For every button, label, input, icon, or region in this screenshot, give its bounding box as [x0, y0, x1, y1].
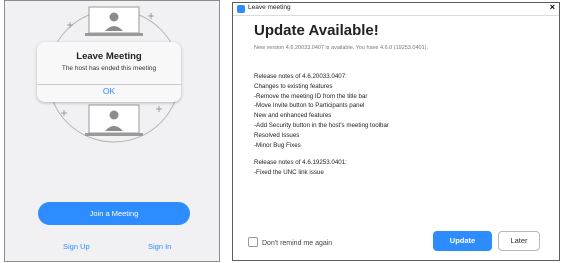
join-meeting-button[interactable]: Join a Meeting [38, 202, 190, 225]
version-info: New version 4.6.20033.0407 is available.… [254, 45, 428, 51]
release-notes: Release notes of 4.6.20033.0407: Changes… [254, 72, 389, 178]
title-bar: Leave meeting × [233, 2, 559, 16]
mobile-screen: Leave Meeting The host has ended this me… [4, 0, 220, 262]
laptop-top-icon [85, 6, 143, 36]
release-note-line: New and enhanced features [254, 112, 332, 120]
remind-label: Don't remind me again [262, 240, 333, 247]
window-title: Leave meeting [248, 4, 291, 11]
release-note-spacer [254, 150, 389, 158]
later-button[interactable]: Later [498, 231, 540, 251]
release-note-line: -Remove the meeting ID from the title ba… [254, 92, 368, 100]
release-note-line: -Move Invite button to Participants pane… [254, 102, 365, 110]
update-button[interactable]: Update [433, 231, 492, 251]
release-note-line: -Add Security button in the host's meeti… [254, 121, 389, 129]
dialog-title: Leave Meeting [76, 51, 142, 62]
laptop-bottom-icon [85, 104, 143, 136]
update-window: Leave meeting × Update Available! New ve… [232, 2, 560, 261]
remind-option[interactable]: Don't remind me again [248, 237, 332, 247]
release-note-line: -Fixed the UNC link issue [254, 169, 324, 177]
close-button[interactable]: × [550, 2, 555, 12]
dialog-divider [37, 84, 181, 85]
sign-up-link[interactable]: Sign Up [63, 242, 90, 251]
update-title: Update Available! [254, 22, 379, 39]
release-note-line: -Minor Bug Fixes [254, 141, 301, 149]
remind-checkbox[interactable] [248, 237, 258, 247]
app-icon [237, 5, 245, 13]
sign-in-link[interactable]: Sign In [148, 242, 171, 251]
release-note-line: Release notes of 4.6.19253.0401: [254, 159, 347, 167]
leave-meeting-dialog: Leave Meeting The host has ended this me… [37, 42, 181, 102]
dialog-message: The host has ended this meeting [61, 65, 157, 72]
ok-button[interactable]: OK [37, 86, 181, 96]
release-note-line: Resolved Issues [254, 131, 300, 139]
release-note-line: Release notes of 4.6.20033.0407: [254, 73, 347, 80]
release-note-line: Changes to existing features [254, 82, 333, 90]
